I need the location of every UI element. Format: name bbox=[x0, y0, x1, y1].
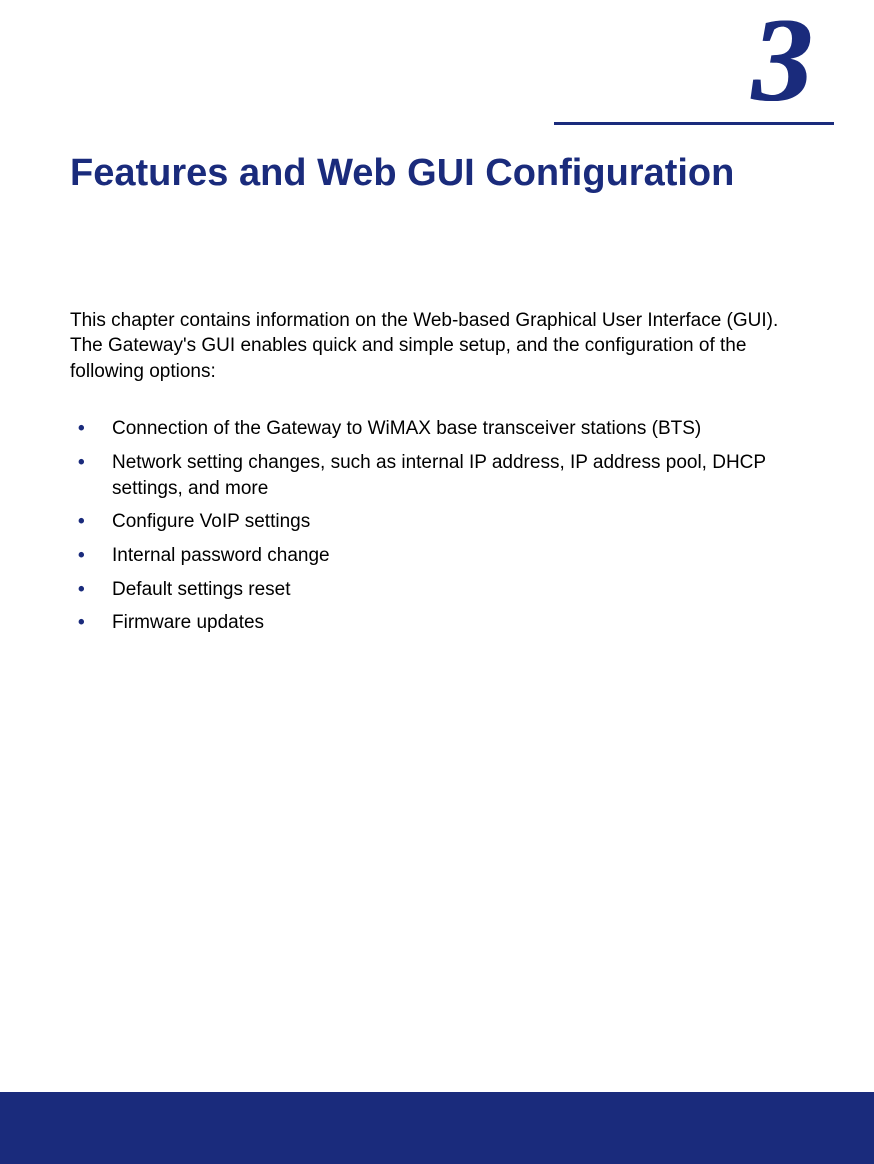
list-item: Default settings reset bbox=[70, 577, 804, 603]
list-item: Firmware updates bbox=[70, 610, 804, 636]
list-item: Internal password change bbox=[70, 543, 804, 569]
list-item: Connection of the Gateway to WiMAX base … bbox=[70, 416, 804, 442]
content-area: Features and Web GUI Configuration This … bbox=[70, 150, 804, 644]
chapter-number: 3 bbox=[724, 0, 834, 120]
footer-bar bbox=[0, 1092, 874, 1164]
chapter-number-container: 3 bbox=[724, 0, 834, 120]
chapter-divider-line bbox=[554, 122, 834, 125]
intro-paragraph: This chapter contains information on the… bbox=[70, 308, 804, 385]
chapter-title: Features and Web GUI Configuration bbox=[70, 150, 804, 198]
list-item: Configure VoIP settings bbox=[70, 509, 804, 535]
feature-list: Connection of the Gateway to WiMAX base … bbox=[70, 416, 804, 635]
list-item: Network setting changes, such as interna… bbox=[70, 450, 804, 501]
